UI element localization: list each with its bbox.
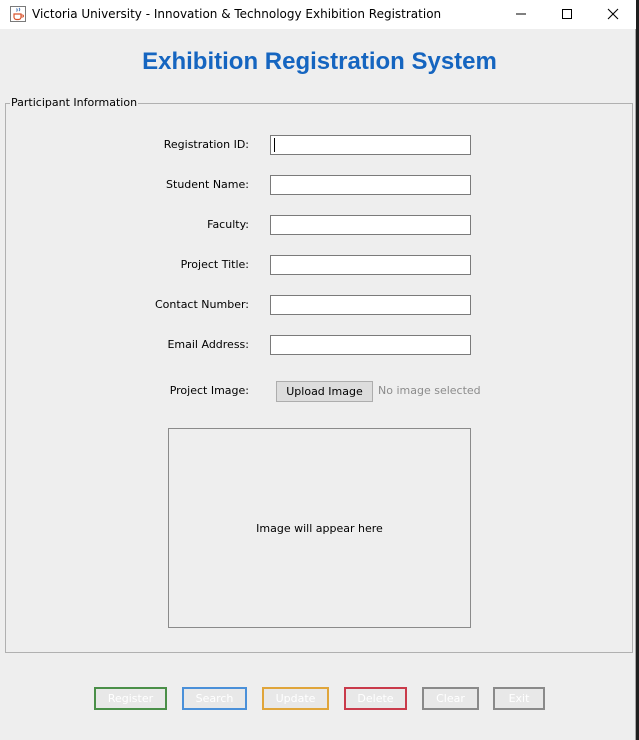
faculty-label: Faculty: xyxy=(207,218,249,231)
title-bar[interactable]: Victoria University - Innovation & Techn… xyxy=(0,0,636,29)
student-name-input[interactable] xyxy=(270,175,471,195)
window-title: Victoria University - Innovation & Techn… xyxy=(32,7,442,21)
minimize-icon xyxy=(516,13,526,15)
java-cup-icon xyxy=(10,6,26,22)
panel-legend: Participant Information xyxy=(10,96,139,110)
registration-id-label: Registration ID: xyxy=(163,138,249,151)
delete-button[interactable]: Delete xyxy=(344,687,407,710)
project-title-input[interactable] xyxy=(270,255,471,275)
page-title: Exhibition Registration System xyxy=(142,48,497,75)
faculty-input[interactable] xyxy=(270,215,471,235)
close-button[interactable] xyxy=(590,0,636,29)
application-window: Victoria University - Innovation & Techn… xyxy=(0,0,636,740)
update-button[interactable]: Update xyxy=(262,687,329,710)
maximize-icon xyxy=(562,9,572,19)
upload-image-button[interactable]: Upload Image xyxy=(276,381,373,402)
project-image-label: Project Image: xyxy=(169,384,249,397)
image-preview-box: Image will appear here xyxy=(168,428,471,628)
upload-status-text: No image selected xyxy=(378,384,481,397)
clear-button[interactable]: Clear xyxy=(422,687,479,710)
project-title-label: Project Title: xyxy=(180,258,249,271)
image-placeholder-label: Image will appear here xyxy=(256,521,383,535)
student-name-label: Student Name: xyxy=(166,178,249,191)
registration-id-input[interactable] xyxy=(270,135,471,155)
contact-number-input[interactable] xyxy=(270,295,471,315)
image-placeholder-text: Image will appear here xyxy=(169,429,470,627)
email-address-input[interactable] xyxy=(270,335,471,355)
email-address-label: Email Address: xyxy=(167,338,249,351)
text-caret xyxy=(274,138,275,152)
maximize-button[interactable] xyxy=(544,0,590,29)
minimize-button[interactable] xyxy=(498,0,544,29)
close-icon xyxy=(607,8,619,20)
register-button[interactable]: Register xyxy=(94,687,167,710)
search-button[interactable]: Search xyxy=(182,687,247,710)
contact-number-label: Contact Number: xyxy=(155,298,249,311)
exit-button[interactable]: Exit xyxy=(493,687,545,710)
